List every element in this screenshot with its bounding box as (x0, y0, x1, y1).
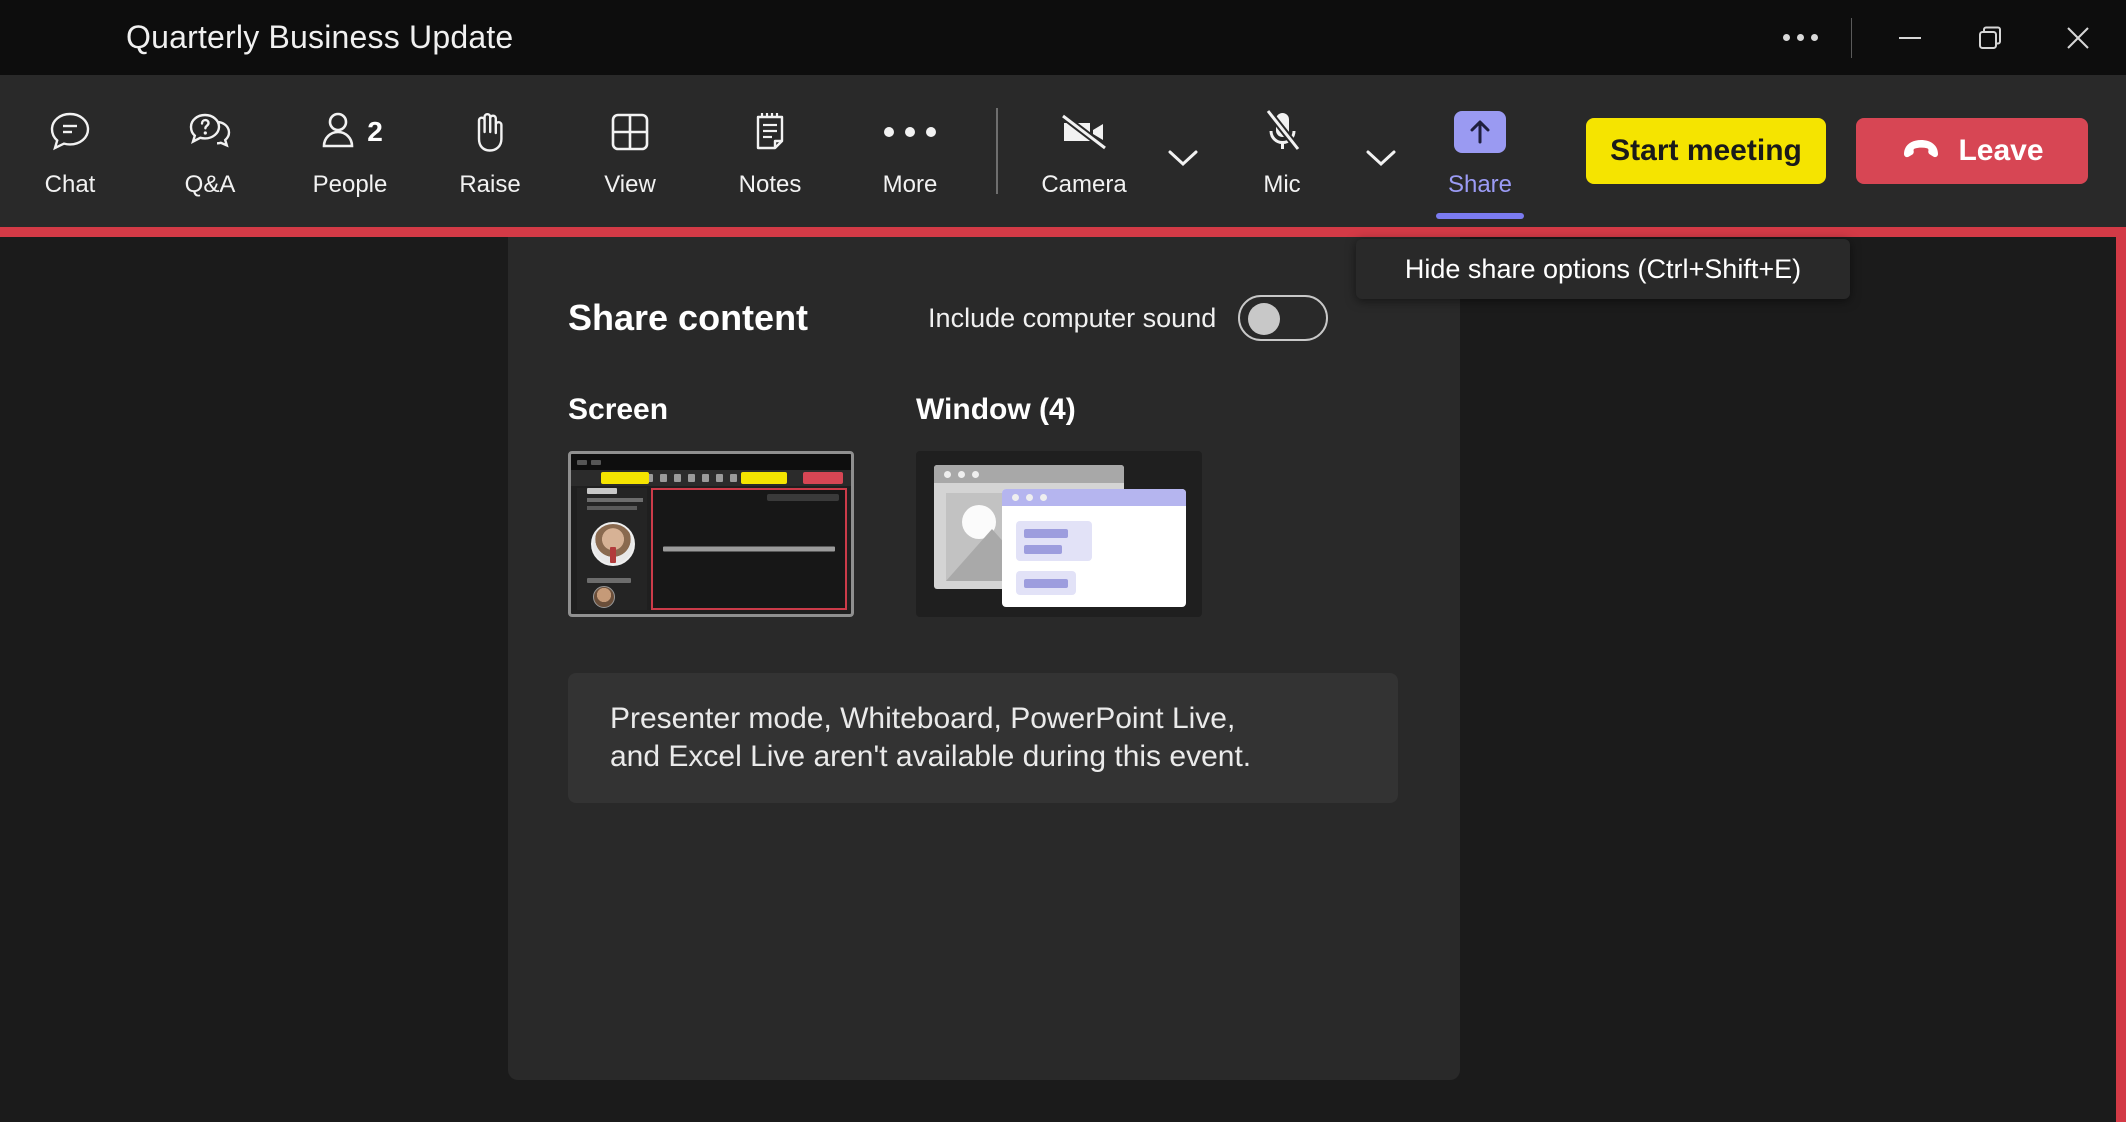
toolbar-label-share: Share (1447, 171, 1513, 198)
restore-icon[interactable] (1950, 0, 2030, 75)
chat-icon (44, 103, 96, 161)
toolbar-item-view[interactable]: View (560, 75, 700, 227)
toolbar-divider (996, 108, 998, 194)
qa-icon (184, 103, 236, 161)
mini-stage-text (663, 546, 835, 552)
start-meeting-button[interactable]: Start meeting (1586, 118, 1826, 184)
mini-badge-yellow-left (601, 472, 649, 484)
meeting-toolbar: Chat Q&A 2 People Raise View Notes More … (0, 75, 2126, 227)
mini-sidebar-line-1 (587, 498, 643, 502)
window-content-card-1 (1016, 521, 1092, 561)
toolbar-item-people[interactable]: 2 People (280, 75, 420, 227)
toolbar-label-people: People (312, 171, 388, 198)
title-bar: Quarterly Business Update (0, 0, 2126, 75)
screen-share-border-right (2116, 227, 2126, 1122)
window-thumbnail[interactable] (916, 451, 1202, 617)
share-active-indicator (1436, 213, 1524, 219)
toolbar-label-more: More (882, 171, 938, 198)
mini-avatar (591, 522, 635, 566)
raise-hand-icon (465, 103, 515, 161)
toolbar-label-raise: Raise (459, 171, 521, 198)
toolbar-label-camera: Camera (1041, 171, 1127, 198)
mini-tooltip (767, 494, 839, 501)
mini-stage-area (651, 488, 847, 610)
toolbar-item-chat[interactable]: Chat (0, 75, 140, 227)
leave-button[interactable]: Leave (1856, 118, 2088, 184)
screen-thumbnail[interactable] (568, 451, 854, 617)
toolbar-label-mic: Mic (1263, 171, 1301, 198)
mini-avatar-name (587, 578, 631, 583)
window-controls (1755, 0, 2126, 75)
notice-line-2: and Excel Live aren't available during t… (610, 740, 1252, 773)
more-options-icon[interactable] (1755, 0, 1845, 75)
page-title: Quarterly Business Update (126, 19, 514, 55)
toolbar-item-share[interactable]: Share (1410, 75, 1550, 227)
window-back-titlebar (934, 465, 1124, 483)
mini-leave-button (803, 472, 843, 484)
include-computer-sound-toggle[interactable] (1238, 295, 1329, 341)
toolbar-item-notes[interactable]: Notes (700, 75, 840, 227)
window-front-titlebar (1002, 489, 1186, 506)
teams-meeting-window: Quarterly Business Update Chat Q&A 2 Peo… (0, 0, 2126, 1122)
mini-sidebar-line-2 (587, 506, 637, 510)
toolbar-label-qa: Q&A (184, 171, 236, 198)
mini-start-button (741, 472, 787, 484)
mini-sidebar-heading (587, 488, 617, 494)
hangup-icon (1900, 134, 1942, 168)
toolbar-item-qa[interactable]: Q&A (140, 75, 280, 227)
share-restrictions-notice: Presenter mode, Whiteboard, PowerPoint L… (568, 673, 1398, 803)
toggle-knob (1248, 303, 1281, 335)
toolbar-item-raise[interactable]: Raise (420, 75, 560, 227)
share-up-arrow-icon (1454, 111, 1506, 153)
share-panel-title: Share content (568, 297, 809, 338)
people-count-badge: 2 (367, 116, 383, 147)
notes-icon (745, 103, 795, 161)
share-content-panel: Share content Include computer sound Scr… (508, 237, 1460, 1080)
toolbar-label-notes: Notes (738, 171, 802, 198)
toolbar-item-camera[interactable]: Camera (1014, 75, 1154, 227)
notice-line-1: Presenter mode, Whiteboard, PowerPoint L… (610, 701, 1236, 735)
share-icon-wrapper (1454, 103, 1506, 161)
share-source-list: Screen Window (4) (508, 341, 1460, 617)
leave-label: Leave (1958, 134, 2044, 167)
share-source-window-label: Window (4) (916, 393, 1076, 426)
window-illustration-front (1002, 489, 1186, 607)
window-content-card-2 (1016, 571, 1076, 595)
toolbar-item-more[interactable]: More (840, 75, 980, 227)
titlebar-divider (1851, 17, 1852, 58)
toolbar-item-mic[interactable]: Mic (1212, 75, 1352, 227)
screen-share-border-top (0, 227, 2126, 237)
share-tooltip: Hide share options (Ctrl+Shift+E) (1356, 239, 1850, 299)
camera-chevron-down-icon[interactable] (1154, 75, 1212, 227)
share-panel-header: Share content Include computer sound (508, 237, 1460, 341)
mic-chevron-down-icon[interactable] (1352, 75, 1410, 227)
mic-off-icon (1256, 103, 1308, 161)
share-source-window[interactable]: Window (4) (916, 393, 1202, 617)
ellipsis-glyph (1782, 34, 1818, 41)
close-icon[interactable] (2030, 0, 2126, 75)
include-computer-sound-label: Include computer sound (928, 302, 1217, 333)
people-icon: 2 (317, 103, 383, 161)
camera-off-icon (1054, 103, 1114, 161)
mini-titlebar (571, 454, 851, 470)
minimize-icon[interactable] (1870, 0, 1950, 75)
share-source-screen[interactable]: Screen (568, 393, 854, 617)
view-grid-icon (605, 103, 655, 161)
toolbar-label-view: View (604, 171, 656, 198)
toolbar-label-chat: Chat (44, 171, 96, 198)
more-icon (884, 103, 936, 161)
share-source-screen-label: Screen (568, 393, 669, 426)
mini-participant-avatar (593, 586, 615, 608)
